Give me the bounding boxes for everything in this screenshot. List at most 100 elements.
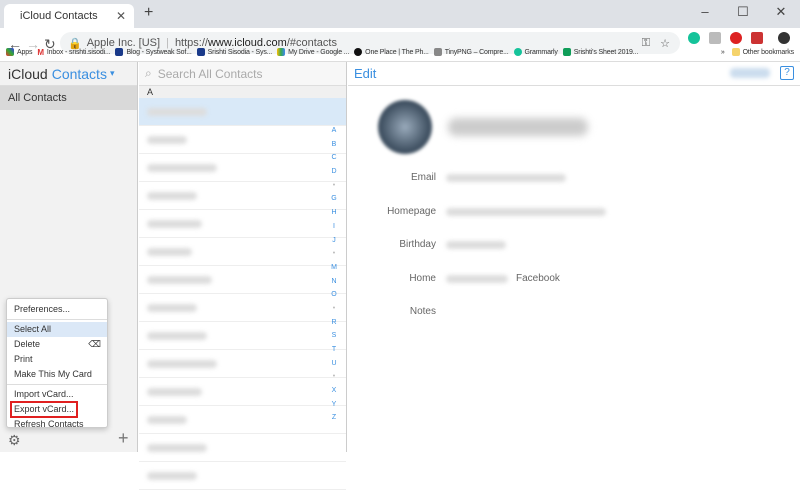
bookmark-label: Other bookmarks	[742, 48, 795, 56]
bookmark-drive[interactable]: My Drive - Google ...	[277, 48, 349, 56]
tab-title: iCloud Contacts	[20, 10, 98, 22]
bookmark-label: TinyPNG – Compre...	[444, 48, 509, 56]
index-letter[interactable]: M	[328, 261, 340, 275]
menu-item-preferences[interactable]: Preferences...	[7, 302, 107, 317]
icloud-contacts-app: iCloud Contacts ▾ All Contacts Preferences…	[0, 62, 800, 490]
contact-row[interactable]	[139, 210, 346, 238]
bookmark-label: Inbox - srishti.sisodi...	[46, 48, 111, 56]
menu-item-make-my-card[interactable]: Make This My Card	[7, 367, 107, 382]
close-tab-icon[interactable]: ✕	[116, 9, 126, 23]
contact-detail: Edit ? Email Homepage Birthday Home Faceb…	[348, 62, 800, 452]
contact-name-blurred	[147, 359, 217, 368]
index-letter[interactable]: N	[328, 275, 340, 289]
search-icon: ⌕	[145, 66, 152, 80]
index-letter[interactable]: J	[328, 234, 340, 248]
contact-row[interactable]	[139, 126, 346, 154]
contact-row[interactable]	[139, 434, 346, 462]
close-window-icon[interactable]: ✕	[762, 0, 800, 24]
new-tab-button[interactable]: +	[144, 4, 153, 22]
contact-row[interactable]	[139, 154, 346, 182]
index-letter[interactable]: S	[328, 329, 340, 343]
menu-item-print[interactable]: Print	[7, 352, 107, 367]
contact-row[interactable]	[139, 238, 346, 266]
bookmark-srishti[interactable]: Srishti Sisodia - Sys...	[196, 48, 272, 56]
menu-item-export-vcard[interactable]: Export vCard...	[10, 401, 78, 418]
gear-icon[interactable]: ⚙	[8, 432, 21, 449]
bookmark-label: Srishti's Sheet 2019...	[573, 48, 639, 56]
app-switcher[interactable]: Contacts	[52, 66, 107, 82]
edit-button[interactable]: Edit	[354, 66, 376, 81]
contact-name-blurred	[147, 443, 207, 452]
contact-row[interactable]	[139, 294, 346, 322]
email-value[interactable]	[446, 174, 566, 182]
systweak-icon	[196, 48, 205, 56]
field-label-home: Home	[409, 273, 436, 284]
index-letter[interactable]: R	[328, 316, 340, 330]
delete-key-icon: ⌫	[88, 339, 101, 349]
bookmark-sheet[interactable]: Srishti's Sheet 2019...	[562, 48, 639, 56]
index-letter[interactable]: •	[328, 247, 340, 261]
bookmark-label: Apps	[17, 48, 33, 56]
index-letter[interactable]: C	[328, 151, 340, 165]
bookmark-oneplace[interactable]: One Place | The Ph...	[354, 48, 429, 56]
contact-row[interactable]	[139, 182, 346, 210]
index-letter[interactable]: O	[328, 288, 340, 302]
index-letter[interactable]: •	[328, 179, 340, 193]
index-letter[interactable]: A	[328, 124, 340, 138]
oneplace-icon	[354, 48, 363, 56]
chevron-down-icon[interactable]: ▾	[110, 68, 115, 79]
bookmark-blog[interactable]: Blog - Systweak Sof...	[115, 48, 192, 56]
menu-item-select-all[interactable]: Select All	[7, 322, 107, 337]
index-letter[interactable]: •	[328, 302, 340, 316]
index-letter[interactable]: •	[328, 370, 340, 384]
contact-row[interactable]	[139, 266, 346, 294]
bookmark-label: One Place | The Ph...	[365, 48, 429, 56]
contact-row[interactable]	[139, 350, 346, 378]
bookmark-inbox[interactable]: M Inbox - srishti.sisodi...	[37, 48, 110, 57]
field-label-birthday: Birthday	[399, 239, 436, 250]
bookmark-label: My Drive - Google ...	[288, 48, 350, 56]
bookmark-tinypng[interactable]: TinyPNG – Compre...	[433, 48, 509, 56]
contact-name-blurred	[147, 135, 187, 144]
other-bookmarks[interactable]: » Other bookmarks	[721, 48, 794, 56]
maximize-icon[interactable]: ☐	[724, 0, 762, 24]
contact-row[interactable]	[139, 322, 346, 350]
brand: iCloud	[8, 65, 48, 82]
contact-row[interactable]	[139, 406, 346, 434]
alphabet-index[interactable]: A B C D • G H I J • M N O • R S T U • X Y Z	[328, 124, 340, 425]
bookmark-apps[interactable]: Apps	[6, 48, 33, 56]
sidebar-item-all-contacts[interactable]: All Contacts	[0, 86, 137, 110]
contact-name-blurred	[147, 471, 197, 480]
contact-row[interactable]	[139, 378, 346, 406]
index-letter[interactable]: X	[328, 384, 340, 398]
index-letter[interactable]: U	[328, 357, 340, 371]
help-button[interactable]: ?	[780, 66, 794, 80]
menu-item-import-vcard[interactable]: Import vCard...	[7, 387, 107, 402]
index-letter[interactable]: H	[328, 206, 340, 220]
more-bookmarks[interactable]: »	[721, 49, 725, 56]
bookmark-grammarly[interactable]: Grammarly	[513, 48, 558, 56]
index-letter[interactable]: T	[328, 343, 340, 357]
add-contact-button[interactable]: +	[118, 428, 129, 449]
contact-name-blurred	[147, 163, 217, 172]
index-letter[interactable]: G	[328, 192, 340, 206]
homepage-value[interactable]	[446, 208, 606, 216]
contact-name-blurred	[147, 191, 197, 200]
contact-row[interactable]	[139, 98, 346, 126]
index-letter[interactable]: Z	[328, 411, 340, 425]
search-input[interactable]: ⌕ Search All Contacts	[139, 62, 346, 86]
home-value[interactable]	[446, 275, 508, 283]
index-letter[interactable]: D	[328, 165, 340, 179]
menu-item-delete[interactable]: Delete ⌫	[7, 337, 107, 352]
index-letter[interactable]: I	[328, 220, 340, 234]
tab-bar: iCloud Contacts ✕ + – ☐ ✕	[0, 0, 800, 28]
account-menu[interactable]	[730, 68, 770, 78]
menu-item-refresh-contacts[interactable]: Refresh Contacts	[7, 417, 107, 432]
index-letter[interactable]: Y	[328, 398, 340, 412]
tab-icloud-contacts[interactable]: iCloud Contacts ✕	[4, 4, 134, 28]
minimize-icon[interactable]: –	[686, 0, 724, 24]
contact-row[interactable]	[139, 462, 346, 490]
drive-icon	[277, 48, 286, 56]
contact-name-blurred	[147, 247, 192, 256]
index-letter[interactable]: B	[328, 138, 340, 152]
